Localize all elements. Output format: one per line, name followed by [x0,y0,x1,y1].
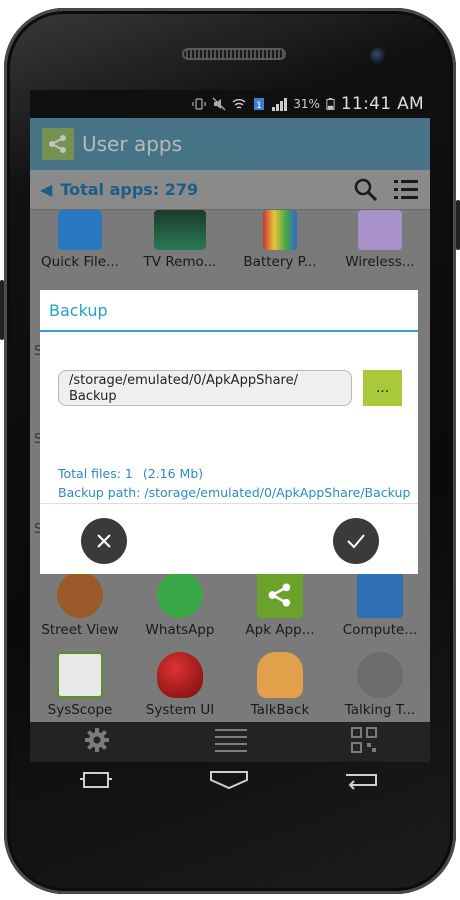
system-ui-app-icon [157,652,203,698]
computer-app-icon [357,572,403,618]
app-logo-share-icon[interactable] [42,128,74,160]
backup-info: Total files: 1 (2.16 Mb) Backup path: /st… [58,464,410,502]
gear-icon [84,728,109,752]
app-item[interactable]: SysScope [30,648,130,728]
app-bottom-bar [30,722,430,762]
app-label: Apk App... [245,622,315,638]
recent-apps-button[interactable] [78,769,114,795]
recent-apps-icon [79,772,112,788]
app-item[interactable]: Street View [30,568,130,648]
screen: 1 31% 11:41 AM User apps ◀ Total apps: 2… [30,90,430,762]
status-clock: 11:41 AM [340,94,424,114]
earpiece-speaker [182,48,286,60]
talking-tom-app-icon [357,652,403,698]
quick-file-app-icon [58,210,102,250]
app-bar: User apps [30,118,430,170]
backup-dialog: Backup /storage/emulated/0/ApkAppShare/ … [40,290,418,574]
app-item[interactable]: Compute... [330,568,430,648]
total-size-label: (2.16 Mb) [142,466,204,481]
search-button[interactable] [352,176,380,204]
divider [40,503,418,504]
app-label: Battery P... [243,254,317,270]
app-item[interactable]: Talking T... [330,648,430,728]
sim-icon: 1 [254,98,265,111]
app-grid-row: SysScope System UI TalkBack Talking T... [30,648,430,728]
back-icon [346,774,378,790]
menu-lines-icon [214,729,247,752]
app-item[interactable]: Battery P... [230,210,330,272]
app-label: TalkBack [250,702,310,718]
close-icon [97,534,111,548]
tv-remote-app-icon [154,210,206,250]
qr-code-icon [351,727,378,753]
backup-path-input[interactable]: /storage/emulated/0/ApkAppShare/ Backup [58,370,352,406]
menu-button[interactable] [214,727,247,757]
status-bar: 1 31% 11:41 AM [30,90,430,118]
battery-app-icon [263,210,297,250]
back-arrow-icon[interactable]: ◀ [40,180,52,199]
app-label: Talking T... [344,702,416,718]
qr-code-button[interactable] [350,726,378,758]
talkback-hand-icon [257,652,303,698]
app-label: Street View [41,622,119,638]
cancel-button[interactable] [81,518,127,564]
check-icon [347,534,365,549]
app-item[interactable]: System UI [130,648,230,728]
app-label: Wireless... [345,254,415,270]
apk-app-share-icon [257,572,303,618]
backup-path-label: Backup path: /storage/emulated/0/ApkAppS… [58,485,411,500]
total-apps-label: Total apps: 279 [60,180,199,199]
app-item[interactable]: TalkBack [230,648,330,728]
app-item[interactable]: Quick File... [30,210,130,272]
home-button[interactable] [209,769,249,795]
app-label: TV Remo... [143,254,217,270]
app-label: System UI [145,702,215,718]
search-icon [354,178,378,201]
app-label: Compute... [342,622,418,638]
street-view-app-icon [57,572,103,618]
mute-icon [212,97,226,111]
app-grid-row: Street View WhatsApp Apk App... Compute.… [30,568,430,648]
list-view-button[interactable] [392,176,420,204]
app-item[interactable]: Apk App... [230,568,330,648]
battery-percent: 31% [293,97,320,111]
wifi-icon [232,99,246,109]
power-button [456,200,460,250]
app-label: WhatsApp [145,622,215,638]
sysscope-app-icon [57,652,103,698]
app-item[interactable]: Wireless... [330,210,430,272]
home-icon [209,771,248,790]
confirm-button[interactable] [333,518,379,564]
system-nav-bar [30,762,430,802]
app-label: Quick File... [41,254,119,270]
total-files-label: Total files: 1 [58,466,133,481]
wireless-app-icon [358,210,402,250]
back-button[interactable] [344,769,382,795]
app-label: SysScope [47,702,113,718]
whatsapp-app-icon [157,572,203,618]
front-camera [370,48,386,64]
apps-toolbar: ◀ Total apps: 279 [30,170,430,210]
app-bar-title: User apps [82,132,183,156]
app-item[interactable]: WhatsApp [130,568,230,648]
volume-button [0,280,4,340]
path-row: /storage/emulated/0/ApkAppShare/ Backup … [58,370,402,406]
signal-icon [272,97,288,111]
app-grid-row: Quick File... TV Remo... Battery P... Wi… [30,210,430,272]
vibrate-icon [192,98,206,110]
dialog-title: Backup [40,290,418,332]
svg-text:1: 1 [256,101,262,111]
app-item[interactable]: TV Remo... [130,210,230,272]
settings-button[interactable] [82,725,112,759]
list-icon [394,179,418,199]
browse-folder-button[interactable]: ... [363,370,402,406]
battery-icon [326,98,335,110]
